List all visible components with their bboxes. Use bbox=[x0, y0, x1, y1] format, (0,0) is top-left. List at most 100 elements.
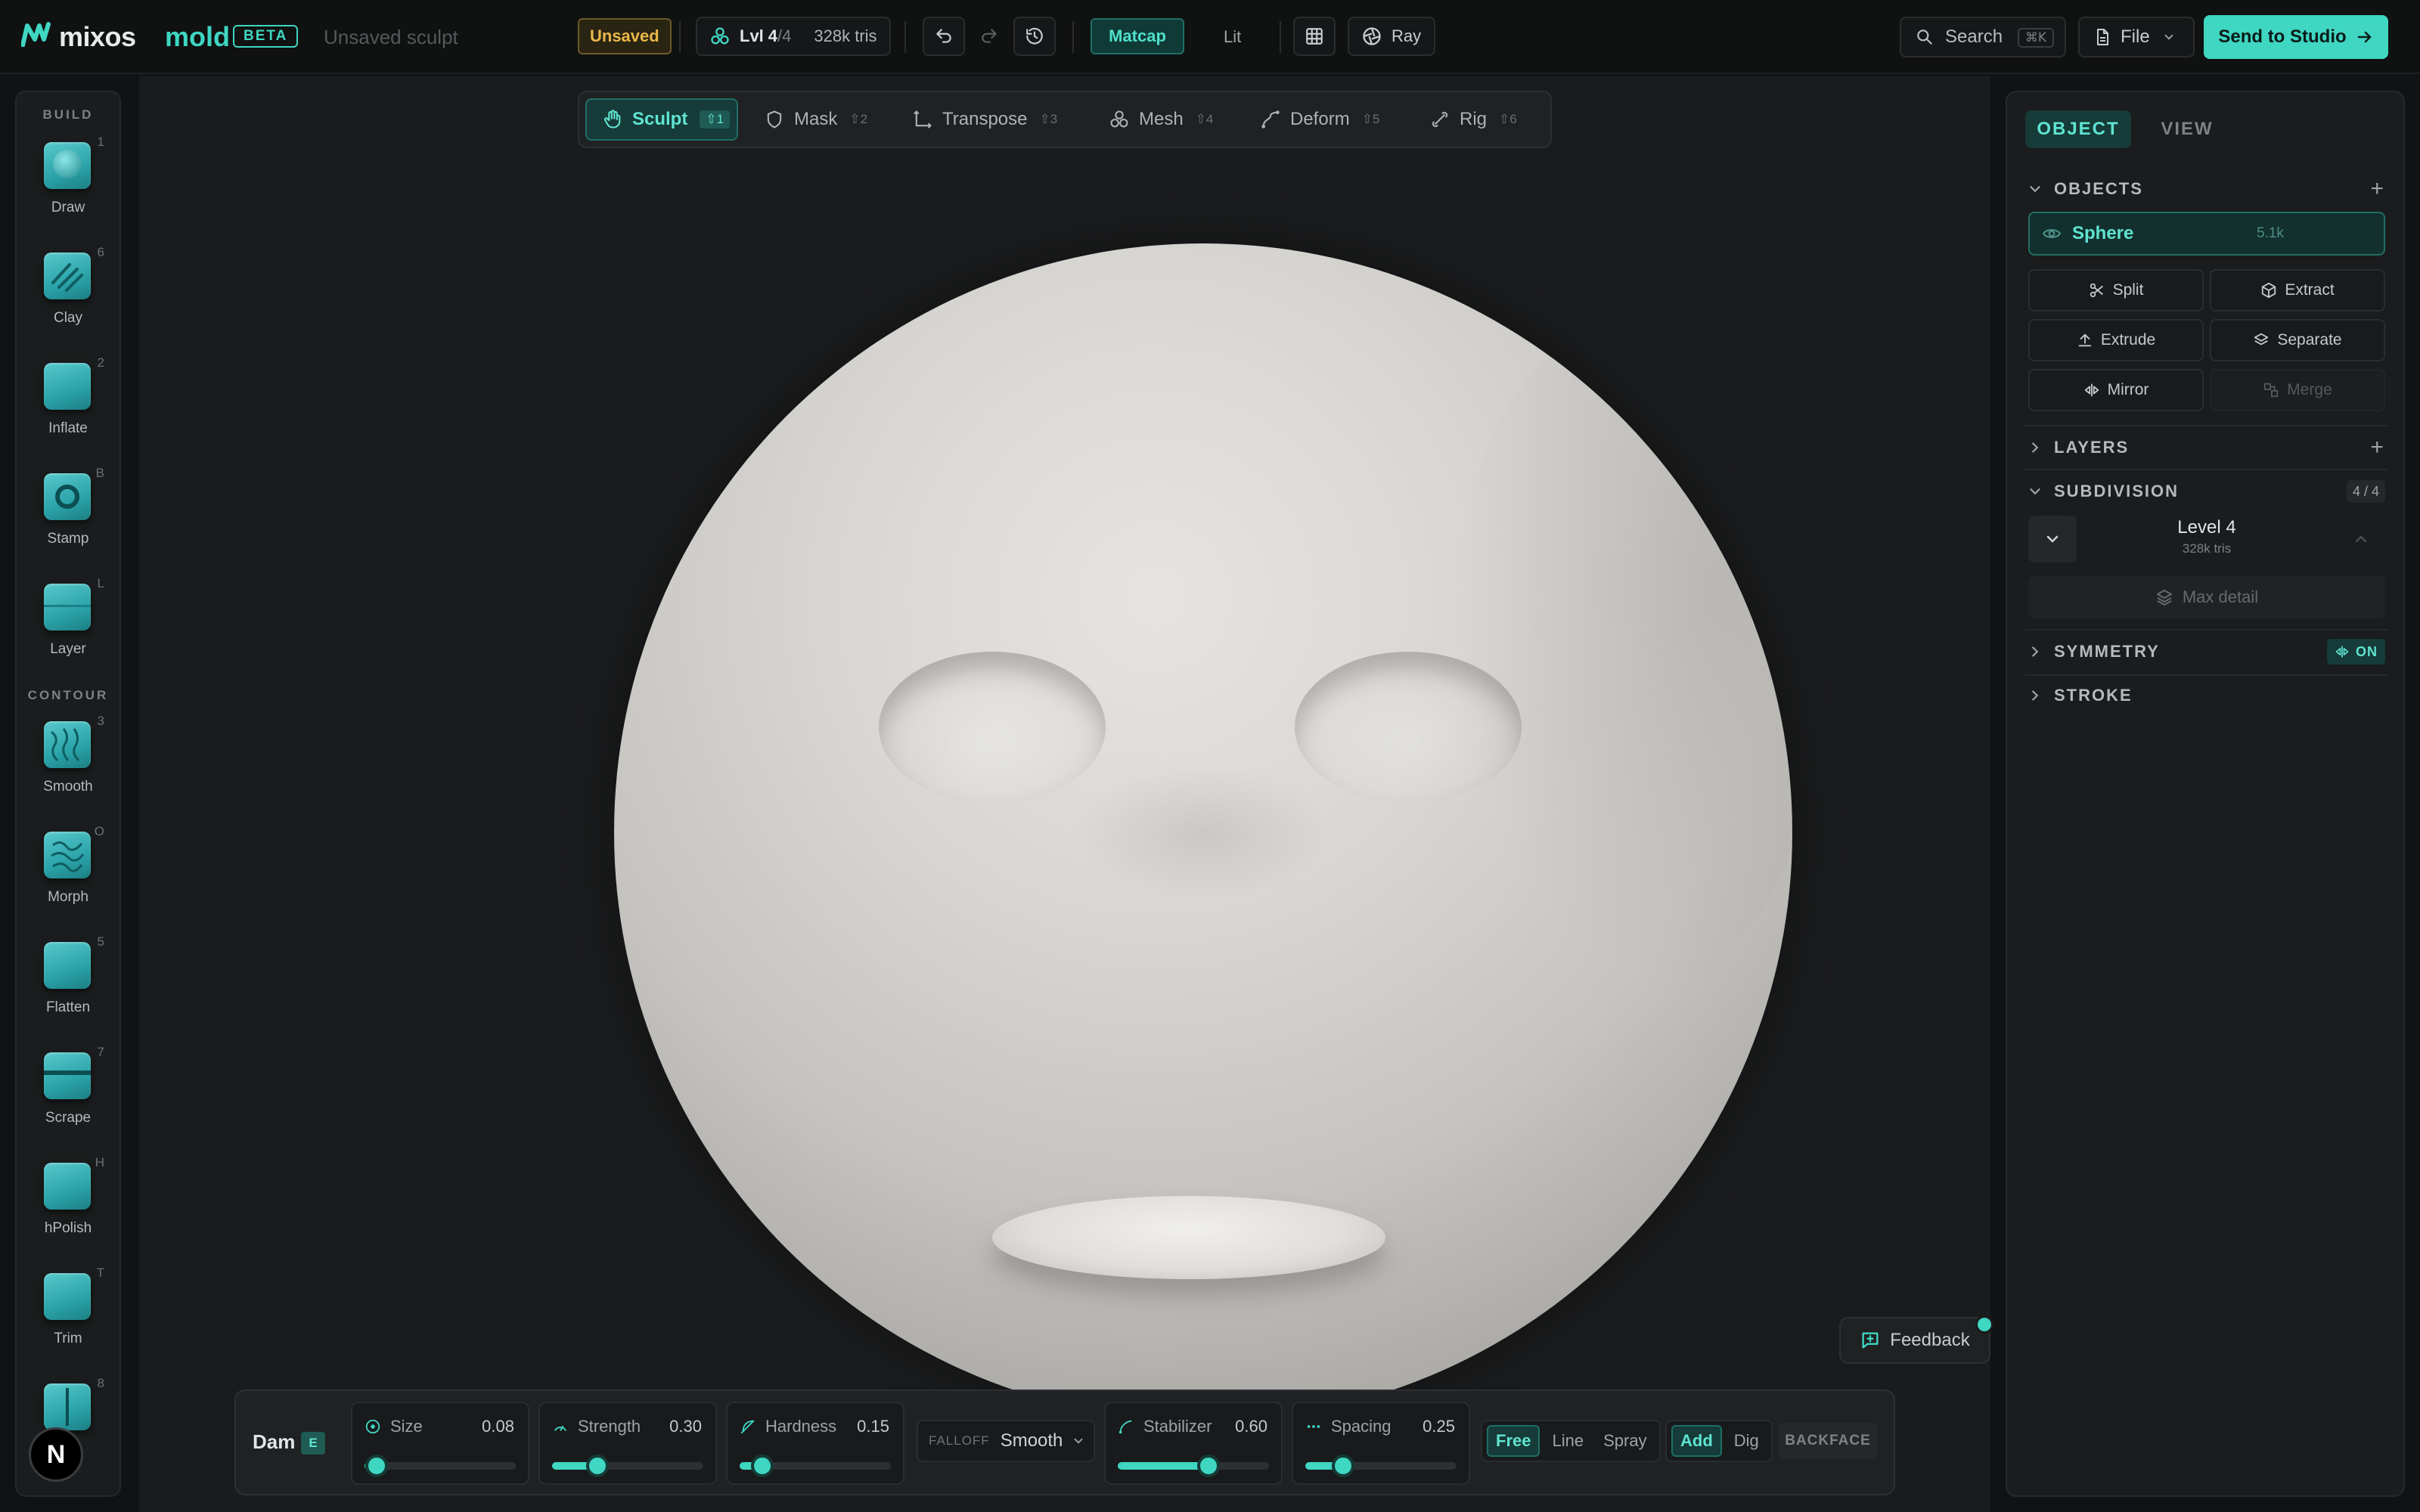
stabilizer-value: 0.60 bbox=[1235, 1417, 1267, 1436]
strength-knob[interactable] bbox=[586, 1455, 609, 1477]
side-shading bbox=[1446, 319, 1792, 999]
mode-transpose[interactable]: Transpose ⇧3 bbox=[912, 98, 1057, 141]
size-track[interactable] bbox=[365, 1455, 516, 1477]
aperture-icon bbox=[1363, 27, 1381, 45]
stroke-type-group: Free Line Spray bbox=[1481, 1420, 1661, 1462]
strength-value: 0.30 bbox=[669, 1417, 702, 1436]
matcap-toggle[interactable]: Matcap bbox=[1091, 18, 1184, 54]
stabilizer-slider[interactable]: Stabilizer 0.60 bbox=[1104, 1402, 1283, 1485]
strength-slider[interactable]: Strength 0.30 bbox=[538, 1402, 717, 1485]
tool-smooth[interactable]: 3 Smooth bbox=[17, 714, 119, 812]
merge-button[interactable]: Merge bbox=[2210, 369, 2385, 411]
object-item-sphere[interactable]: Sphere 5.1k bbox=[2028, 212, 2385, 256]
feedback-button[interactable]: Feedback bbox=[1839, 1317, 1990, 1364]
nose-shading bbox=[1075, 765, 1333, 901]
history-icon bbox=[1026, 27, 1043, 45]
stroke-line-option[interactable]: Line bbox=[1544, 1425, 1591, 1457]
history-button[interactable] bbox=[1013, 17, 1056, 56]
tool-layer[interactable]: L Layer bbox=[17, 576, 119, 674]
user-avatar[interactable]: N bbox=[29, 1427, 83, 1482]
redo-button[interactable] bbox=[968, 17, 1010, 56]
split-button[interactable]: Split bbox=[2028, 269, 2204, 311]
subdivision-up-button[interactable] bbox=[2337, 516, 2385, 562]
symmetry-toggle[interactable]: ON bbox=[2327, 639, 2385, 665]
mode-deform[interactable]: Deform ⇧5 bbox=[1260, 98, 1379, 141]
extrude-button[interactable]: Extrude bbox=[2028, 319, 2204, 361]
chevron-right-icon bbox=[2032, 690, 2039, 701]
stabilizer-track[interactable] bbox=[1118, 1455, 1269, 1477]
tool-trim[interactable]: T Trim bbox=[17, 1266, 119, 1364]
eye-icon[interactable] bbox=[2042, 224, 2062, 243]
stabilizer-knob[interactable] bbox=[1197, 1455, 1220, 1477]
tab-object[interactable]: OBJECT bbox=[2025, 110, 2131, 148]
hardness-track[interactable] bbox=[740, 1455, 891, 1477]
size-value: 0.08 bbox=[482, 1417, 514, 1436]
ray-render-button[interactable]: Ray bbox=[1348, 17, 1435, 56]
size-slider[interactable]: Size 0.08 bbox=[351, 1402, 529, 1485]
objects-section-header[interactable]: OBJECTS + bbox=[2025, 169, 2388, 209]
3d-viewport[interactable] bbox=[139, 76, 1990, 1512]
mode-rig[interactable]: Rig ⇧6 bbox=[1429, 98, 1517, 141]
send-to-studio-button[interactable]: Send to Studio bbox=[2204, 15, 2388, 59]
smooth-tool-icon bbox=[44, 721, 91, 768]
stroke-section-header[interactable]: STROKE bbox=[2025, 676, 2388, 715]
level-indicator[interactable]: Lvl 4 /4 328k tris bbox=[696, 17, 891, 56]
max-detail-button[interactable]: Max detail bbox=[2028, 576, 2385, 618]
tool-scrape[interactable]: 7 Scrape bbox=[17, 1045, 119, 1143]
symmetry-title: SYMMETRY bbox=[2054, 642, 2160, 661]
unsaved-badge: Unsaved bbox=[578, 18, 672, 54]
extract-button[interactable]: Extract bbox=[2210, 269, 2385, 311]
stroke-free-option[interactable]: Free bbox=[1487, 1425, 1540, 1457]
tool-morph[interactable]: O Morph bbox=[17, 824, 119, 922]
tool-flatten[interactable]: 5 Flatten bbox=[17, 934, 119, 1033]
file-menu-button[interactable]: File bbox=[2078, 17, 2195, 57]
tool-label: hPolish bbox=[44, 1220, 92, 1236]
spacing-track[interactable] bbox=[1305, 1455, 1457, 1477]
chevron-down-icon bbox=[2164, 34, 2173, 40]
grid-toggle-button[interactable] bbox=[1293, 17, 1336, 56]
backface-toggle[interactable]: BACKFACE bbox=[1779, 1423, 1877, 1459]
subdivision-section-header[interactable]: SUBDIVISION 4 / 4 bbox=[2025, 472, 2388, 511]
add-layer-icon[interactable]: + bbox=[2370, 435, 2385, 460]
mode-sculpt[interactable]: Sculpt ⇧1 bbox=[585, 98, 738, 141]
sculpt-mesh-sphere[interactable] bbox=[614, 243, 1792, 1421]
mode-bar: Sculpt ⇧1 Mask ⇧2 Transpose ⇧3 Mesh ⇧4 D… bbox=[578, 91, 1552, 148]
strength-track[interactable] bbox=[552, 1455, 703, 1477]
search-button[interactable]: Search ⌘K bbox=[1900, 17, 2066, 57]
direction-add-option[interactable]: Add bbox=[1671, 1425, 1722, 1457]
mesh-icon bbox=[711, 27, 729, 45]
hardness-knob[interactable] bbox=[751, 1455, 774, 1477]
layers-section-header[interactable]: LAYERS + bbox=[2025, 428, 2388, 467]
subdivision-down-button[interactable] bbox=[2028, 516, 2077, 562]
mode-mask[interactable]: Mask ⇧2 bbox=[764, 98, 867, 141]
tool-draw[interactable]: 1 Draw bbox=[17, 135, 119, 233]
lit-toggle[interactable]: Lit bbox=[1224, 0, 1241, 74]
symmetry-section-header[interactable]: SYMMETRY ON bbox=[2025, 632, 2388, 671]
tool-stamp[interactable]: B Stamp bbox=[17, 466, 119, 564]
add-object-icon[interactable]: + bbox=[2370, 176, 2385, 202]
spacing-knob[interactable] bbox=[1332, 1455, 1354, 1477]
tool-label: Inflate bbox=[48, 420, 88, 436]
flatten-tool-icon bbox=[44, 942, 91, 989]
falloff-dropdown[interactable]: FALLOFF Smooth bbox=[917, 1420, 1095, 1462]
layer-tool-icon bbox=[44, 584, 91, 631]
curve-icon bbox=[1118, 1420, 1132, 1434]
tool-clay[interactable]: 6 Clay bbox=[17, 245, 119, 343]
separate-button[interactable]: Separate bbox=[2210, 319, 2385, 361]
object-poly-count: 5.1k bbox=[2257, 225, 2284, 241]
tab-view[interactable]: VIEW bbox=[2149, 110, 2225, 148]
mode-mesh[interactable]: Mesh ⇧4 bbox=[1109, 98, 1213, 141]
divider bbox=[1280, 21, 1281, 53]
stroke-spray-option[interactable]: Spray bbox=[1596, 1425, 1654, 1457]
tris-count: 328k tris bbox=[814, 26, 877, 45]
hardness-slider[interactable]: Hardness 0.15 bbox=[726, 1402, 904, 1485]
mirror-button[interactable]: Mirror bbox=[2028, 369, 2204, 411]
spacing-slider[interactable]: Spacing 0.25 bbox=[1292, 1402, 1470, 1485]
tool-hpolish[interactable]: H hPolish bbox=[17, 1155, 119, 1253]
size-knob[interactable] bbox=[365, 1455, 388, 1477]
undo-button[interactable] bbox=[923, 17, 965, 56]
direction-dig-option[interactable]: Dig bbox=[1727, 1425, 1767, 1457]
document-name[interactable]: Unsaved sculpt bbox=[324, 0, 458, 74]
tool-inflate[interactable]: 2 Inflate bbox=[17, 355, 119, 454]
subdivision-level-tag: 4 / 4 bbox=[2346, 480, 2385, 503]
